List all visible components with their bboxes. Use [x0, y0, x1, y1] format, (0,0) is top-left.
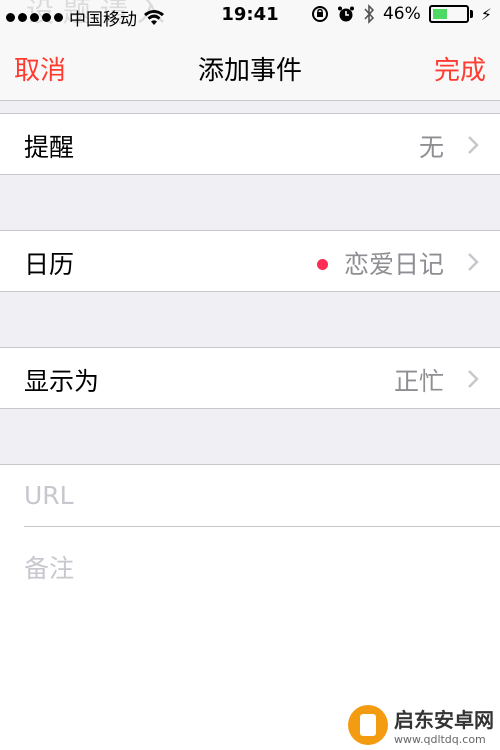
- divider: [24, 526, 500, 527]
- chevron-right-icon: [468, 370, 479, 388]
- watermark-name: 启东安卓网: [394, 708, 494, 732]
- status-bar: 中国移动 19:41 46% ⚡: [0, 0, 500, 34]
- chevron-right-icon: [468, 253, 479, 271]
- charging-icon: ⚡: [480, 4, 492, 24]
- done-button[interactable]: 完成: [434, 50, 486, 87]
- calendar-label: 日历: [24, 250, 75, 279]
- show-as-value: 正忙: [393, 367, 444, 396]
- watermark: 启东安卓网 www.qdltdq.com: [348, 704, 494, 746]
- rotation-lock-icon: [311, 6, 328, 22]
- alert-row[interactable]: 提醒 无: [0, 113, 500, 175]
- battery-icon: [428, 5, 473, 23]
- alert-label: 提醒: [24, 133, 75, 162]
- url-field[interactable]: URL: [24, 481, 74, 510]
- watermark-url: www.qdltdq.com: [394, 733, 486, 746]
- show-as-row[interactable]: 显示为 正忙: [0, 347, 500, 409]
- top-bar: 设 题 请 入 中国移动 19:41 46% ⚡ 取消 添加事件 完成: [0, 0, 500, 101]
- battery-percent: 46%: [382, 4, 421, 24]
- calendar-color-dot: [317, 259, 328, 270]
- alert-value: 无: [418, 133, 444, 162]
- chevron-right-icon: [468, 136, 479, 154]
- bluetooth-icon: [364, 4, 375, 24]
- notes-section: URL 备注 启东安卓网 www.qdltdq.com: [0, 464, 500, 750]
- alarm-icon: [337, 6, 354, 22]
- navigation-bar: 取消 添加事件 完成: [0, 40, 500, 92]
- page-title: 添加事件: [197, 56, 302, 86]
- watermark-logo-icon: [348, 705, 388, 745]
- show-as-label: 显示为: [24, 367, 100, 396]
- calendar-row[interactable]: 日历 恋爱日记: [0, 230, 500, 292]
- calendar-value: 恋爱日记: [343, 250, 444, 279]
- notes-field[interactable]: 备注: [24, 549, 74, 585]
